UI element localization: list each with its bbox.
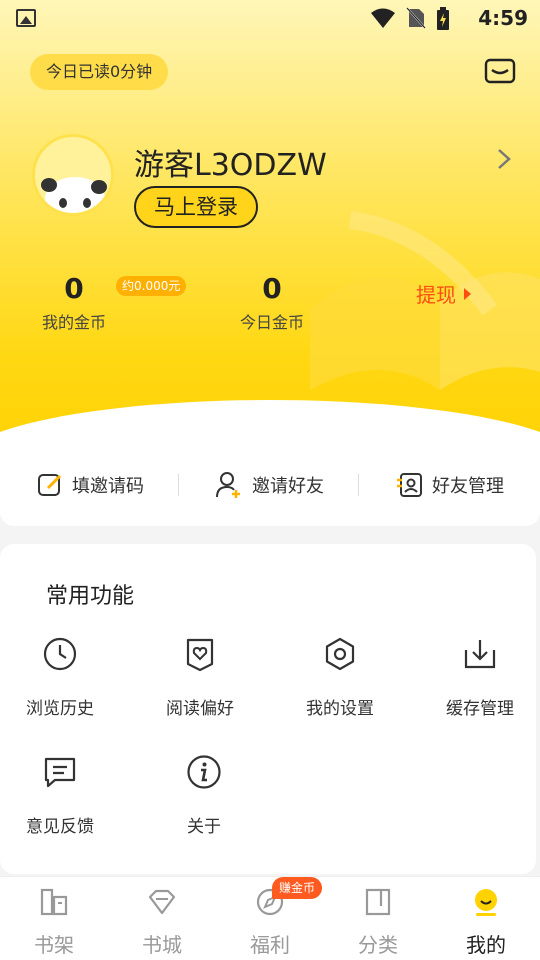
avatar[interactable] — [32, 134, 114, 216]
enter-invite-code-button[interactable]: 填邀请码 — [36, 468, 144, 502]
invite-bar: 填邀请码 邀请好友 好友管理 — [0, 448, 540, 526]
login-button[interactable]: 马上登录 — [134, 186, 258, 228]
reading-preference-label: 阅读偏好 — [166, 699, 234, 719]
invite-friends-label: 邀请好友 — [252, 476, 324, 497]
tab-welfare-label: 福利 — [250, 933, 290, 957]
my-settings-label: 我的设置 — [306, 699, 374, 719]
triangle-right-icon — [464, 288, 471, 300]
tab-mine[interactable]: 我的 — [432, 887, 540, 958]
browse-history-label: 浏览历史 — [26, 699, 94, 719]
battery-charging-icon — [437, 7, 449, 30]
book-decoration-icon — [310, 211, 540, 390]
today-coins[interactable]: 0 今日金币 — [234, 272, 310, 333]
bottom-tab-bar: 书架 书城 福利 分类 我的 — [0, 876, 540, 960]
settings-hexagon-icon — [325, 637, 355, 671]
today-coins-value: 0 — [262, 272, 282, 305]
chat-icon — [44, 757, 76, 788]
contacts-icon — [397, 473, 422, 497]
download-icon — [464, 640, 496, 669]
coin-estimate-badge: 约0.000元 — [116, 276, 187, 296]
clock-icon — [43, 637, 77, 671]
about-label: 关于 — [187, 817, 221, 837]
my-coins-label: 我的金币 — [41, 313, 106, 332]
bookshelf-icon — [40, 888, 68, 916]
profile-face-icon — [475, 889, 497, 916]
my-settings-button[interactable]: 我的设置 — [280, 636, 400, 719]
my-coins-value: 0 — [64, 272, 84, 305]
tab-bookshelf-label: 书架 — [34, 933, 74, 957]
wifi-icon — [371, 8, 395, 28]
today-coins-label: 今日金币 — [239, 313, 304, 332]
tab-mine-label: 我的 — [466, 933, 506, 957]
withdraw-label: 提现 — [416, 283, 456, 307]
clock: 4:59 — [478, 6, 528, 30]
category-icon — [365, 888, 391, 916]
friend-management-button[interactable]: 好友管理 — [396, 468, 504, 502]
cache-management-label: 缓存管理 — [446, 699, 514, 719]
diamond-icon — [148, 889, 176, 915]
tab-bookshelf[interactable]: 书架 — [0, 887, 108, 958]
no-sim-icon — [406, 7, 426, 29]
tab-category[interactable]: 分类 — [324, 887, 432, 958]
tab-category-label: 分类 — [358, 933, 398, 957]
feedback-label: 意见反馈 — [26, 817, 94, 837]
message-icon[interactable] — [484, 58, 516, 84]
friend-management-label: 好友管理 — [432, 476, 504, 497]
cache-management-button[interactable]: 缓存管理 — [420, 636, 540, 719]
browse-history-button[interactable]: 浏览历史 — [0, 636, 120, 719]
common-functions-card: 常用功能 浏览历史 阅读偏好 我的设置 缓存管理 意见反馈 关于 — [0, 544, 536, 874]
withdraw-button[interactable]: 提现 — [416, 279, 471, 308]
info-icon — [187, 755, 221, 789]
about-button[interactable]: 关于 — [144, 754, 264, 837]
tab-bookstore[interactable]: 书城 — [108, 887, 216, 958]
my-coins[interactable]: 0 我的金币 — [36, 272, 112, 333]
heart-badge-icon — [186, 638, 214, 672]
earn-coins-badge: 赚金币 — [272, 877, 323, 899]
reading-preference-button[interactable]: 阅读偏好 — [140, 636, 260, 719]
read-time-badge[interactable]: 今日已读0分钟 — [30, 54, 169, 90]
enter-invite-code-label: 填邀请码 — [72, 476, 144, 497]
status-bar: 4:59 — [0, 0, 540, 36]
section-title: 常用功能 — [46, 584, 135, 609]
image-notification-icon — [16, 9, 36, 27]
edit-icon — [38, 474, 62, 496]
tab-bookstore-label: 书城 — [142, 933, 182, 957]
username[interactable]: 游客L3ODZW — [134, 140, 327, 184]
feedback-button[interactable]: 意见反馈 — [0, 754, 120, 837]
chevron-right-icon[interactable] — [494, 148, 514, 170]
add-friend-icon — [216, 472, 240, 498]
invite-friends-button[interactable]: 邀请好友 — [214, 468, 324, 502]
